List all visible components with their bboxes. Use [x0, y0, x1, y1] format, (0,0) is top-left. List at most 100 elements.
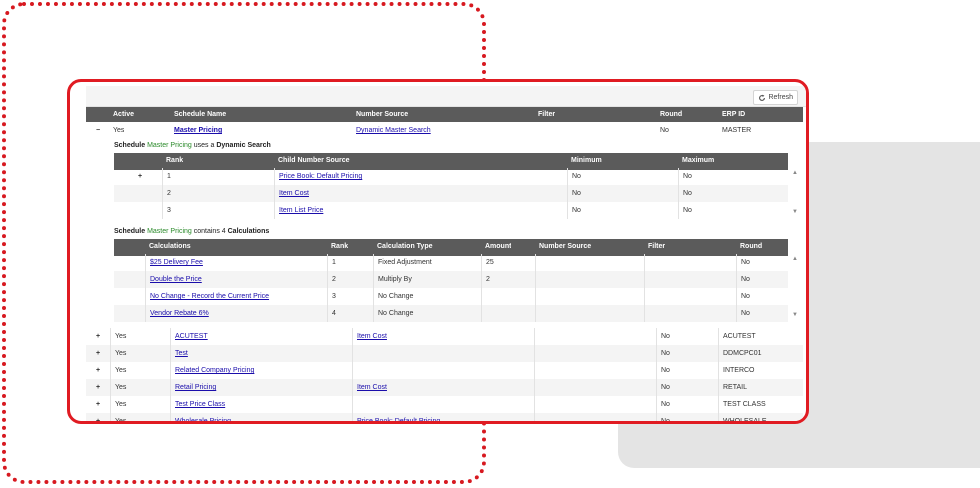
link-cell — [352, 396, 534, 413]
number-source-cell — [535, 271, 644, 288]
active-cell: Yes — [110, 362, 170, 379]
collapse-toggle[interactable]: − — [86, 122, 110, 139]
round-cell: No — [656, 413, 718, 421]
number-source-link[interactable]: Dynamic Master Search — [356, 127, 431, 134]
number-source-cell — [535, 254, 644, 271]
schedule-name-link[interactable]: Wholesale Pricing — [175, 418, 231, 421]
link-cell: $25 Delivery Fee — [145, 254, 327, 271]
filter-cell — [534, 379, 656, 396]
column-header-maximum[interactable]: Maximum — [682, 153, 714, 168]
rank-cell: 2 — [162, 185, 274, 202]
column-header-active[interactable]: Active — [113, 107, 134, 122]
expand-toggle[interactable]: + — [86, 396, 110, 413]
scroll-down-arrow[interactable]: ▼ — [790, 209, 800, 215]
rank-cell: 3 — [162, 202, 274, 219]
expand-toggle[interactable]: + — [86, 379, 110, 396]
filter-cell — [534, 345, 656, 362]
column-header-calculation-type[interactable]: Calculation Type — [377, 239, 433, 254]
round-cell: No — [660, 127, 669, 134]
round-cell: No — [736, 271, 788, 288]
scroll-down-arrow[interactable]: ▼ — [790, 312, 800, 318]
column-header-rank[interactable]: Rank — [166, 153, 183, 168]
erp-id-cell: RETAIL — [718, 379, 803, 396]
expand-toggle[interactable]: + — [86, 345, 110, 362]
number-source-link[interactable]: Item Cost — [357, 384, 387, 391]
filter-cell — [644, 305, 736, 322]
grid-toolbar: Refresh — [86, 86, 806, 107]
child-number-source-link[interactable]: Price Book: Default Pricing — [279, 173, 362, 180]
expand-toggle[interactable]: + — [86, 328, 110, 345]
refresh-label: Refresh — [768, 94, 793, 101]
column-header-number-source[interactable]: Number Source — [539, 239, 591, 254]
calculation-name-link[interactable]: No Change - Record the Current Price — [150, 293, 269, 300]
number-source-cell — [535, 305, 644, 322]
spacer-cell — [114, 271, 145, 288]
column-header-minimum[interactable]: Minimum — [571, 153, 602, 168]
filter-cell — [534, 413, 656, 421]
child-number-source-link[interactable]: Item List Price — [279, 207, 323, 214]
schedule-name-link[interactable]: Test Price Class — [175, 401, 225, 408]
column-header-rank[interactable]: Rank — [331, 239, 348, 254]
link-cell — [352, 345, 534, 362]
table-row[interactable]: + Yes Related Company Pricing No INTERCO — [86, 362, 803, 379]
schedule-name-link[interactable]: Test — [175, 350, 188, 357]
column-header-filter[interactable]: Filter — [648, 239, 665, 254]
child-number-source-link[interactable]: Item Cost — [279, 190, 309, 197]
schedule-name-link[interactable]: Retail Pricing — [175, 384, 216, 391]
active-cell: Yes — [113, 127, 125, 134]
column-header-round[interactable]: Round — [740, 239, 762, 254]
table-row[interactable]: +1 Price Book: Default Pricing No No — [114, 168, 788, 185]
link-cell: Item Cost — [274, 185, 567, 202]
schedule-name-link[interactable]: ACUTEST — [175, 333, 208, 340]
column-header-filter[interactable]: Filter — [538, 107, 555, 122]
maximum-cell: No — [678, 185, 788, 202]
number-source-link[interactable]: Price Book: Default Pricing — [357, 418, 440, 421]
column-header-schedule-name[interactable]: Schedule Name — [174, 107, 226, 122]
minimum-cell: No — [567, 202, 678, 219]
link-cell: Price Book: Default Pricing — [274, 168, 567, 185]
rank-cell: 4 — [327, 305, 373, 322]
table-row[interactable]: − Yes Master Pricing Dynamic Master Sear… — [86, 122, 803, 139]
erp-id-cell: ACUTEST — [718, 328, 803, 345]
expand-toggle[interactable] — [114, 202, 162, 219]
column-header-round[interactable]: Round — [660, 107, 682, 122]
table-row[interactable]: Double the Price 2 Multiply By 2 No — [114, 271, 788, 288]
table-row[interactable]: + Yes Test No DDMCPC01 — [86, 345, 803, 362]
filter-cell — [644, 254, 736, 271]
rank-cell: 3 — [327, 288, 373, 305]
erp-id-cell: WHOLESALE — [718, 413, 803, 421]
table-row[interactable]: No Change - Record the Current Price 3 No … — [114, 288, 788, 305]
table-row[interactable]: + Yes Test Price Class No TEST CLASS — [86, 396, 803, 413]
calculation-name-link[interactable]: $25 Delivery Fee — [150, 259, 203, 266]
refresh-icon — [759, 94, 766, 101]
table-row[interactable]: 3 Item List Price No No — [114, 202, 788, 219]
table-row[interactable]: + Yes Retail Pricing Item Cost No RETAIL — [86, 379, 803, 396]
scroll-up-arrow[interactable]: ▲ — [790, 256, 800, 262]
column-header-number-source[interactable]: Number Source — [356, 107, 408, 122]
expand-toggle[interactable]: + — [86, 413, 110, 421]
column-header-amount[interactable]: Amount — [485, 239, 511, 254]
expand-toggle[interactable] — [114, 185, 162, 202]
column-header-child-number-source[interactable]: Child Number Source — [278, 153, 350, 168]
minimum-cell: No — [567, 185, 678, 202]
schedule-name-link[interactable]: Related Company Pricing — [175, 367, 254, 374]
number-source-link[interactable]: Item Cost — [357, 333, 387, 340]
expand-toggle[interactable]: + — [114, 168, 162, 185]
round-cell: No — [736, 305, 788, 322]
table-row[interactable]: $25 Delivery Fee 1 Fixed Adjustment 25 No — [114, 254, 788, 271]
refresh-button[interactable]: Refresh — [753, 90, 798, 105]
schedule-name-link[interactable]: Master Pricing — [174, 127, 222, 134]
table-row[interactable]: + Yes ACUTEST Item Cost No ACUTEST — [86, 328, 803, 345]
calculation-type-cell: Fixed Adjustment — [373, 254, 481, 271]
scroll-up-arrow[interactable]: ▲ — [790, 170, 800, 176]
calculation-name-link[interactable]: Double the Price — [150, 276, 202, 283]
table-row[interactable]: + Yes Wholesale Pricing Price Book: Default… — [86, 413, 803, 421]
calculations-caption: Schedule Master Pricing contains 4 Calcu… — [114, 228, 270, 235]
column-header-calculations[interactable]: Calculations — [149, 239, 191, 254]
table-row[interactable]: 2 Item Cost No No — [114, 185, 788, 202]
column-header-erp-id[interactable]: ERP ID — [722, 107, 745, 122]
calculation-type-cell: No Change — [373, 288, 481, 305]
calculation-name-link[interactable]: Vendor Rebate 6% — [150, 310, 209, 317]
expand-toggle[interactable]: + — [86, 362, 110, 379]
table-row[interactable]: Vendor Rebate 6% 4 No Change No — [114, 305, 788, 322]
